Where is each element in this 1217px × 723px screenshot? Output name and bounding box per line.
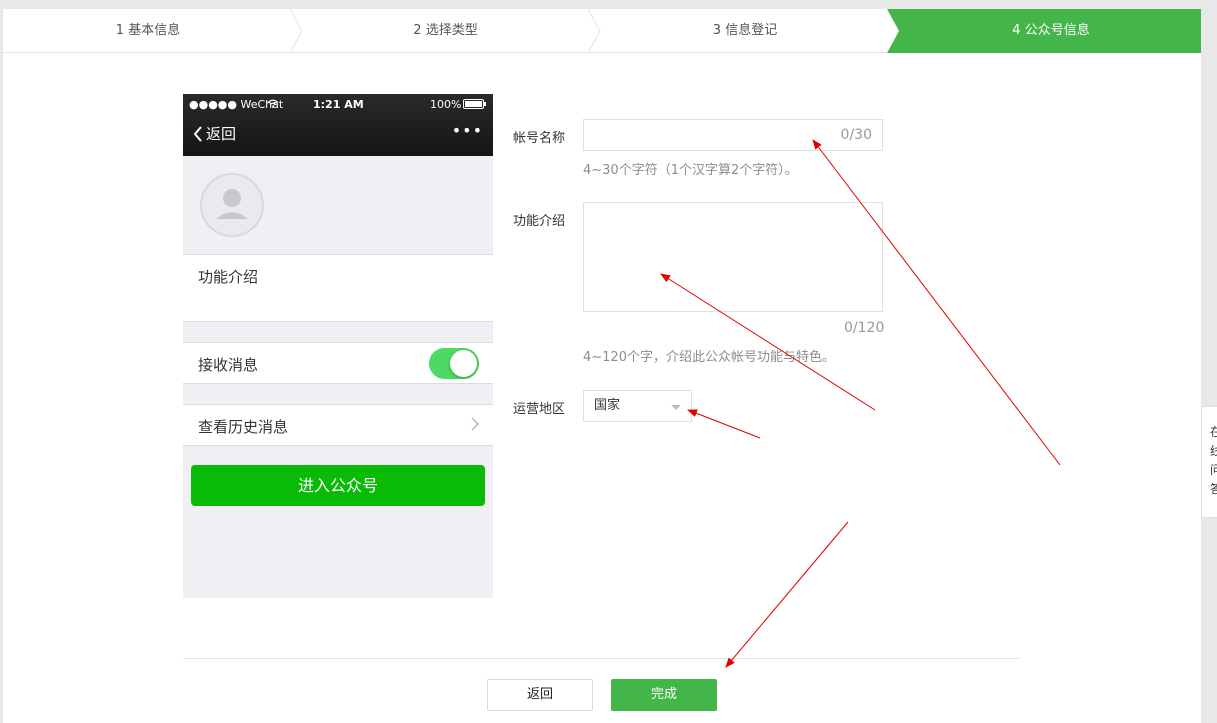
back-button[interactable]: 返回 — [487, 679, 593, 711]
side-tip-char: 答 — [1202, 480, 1217, 499]
profile-header — [183, 156, 493, 254]
phone-intro-cell: 功能介绍 — [183, 254, 493, 322]
step-registration: 3 信息登记 — [712, 23, 778, 38]
phone-back-label: 返回 — [206, 125, 237, 143]
step-account-info: 4 公众号信息 — [1012, 23, 1090, 38]
receive-messages-toggle — [429, 348, 479, 379]
toggle-knob — [450, 350, 477, 377]
region-value: 国家 — [594, 398, 621, 413]
side-tip-char: 线 — [1202, 442, 1217, 461]
phone-header: ●●●●● WeChat 1:21 AM 100% 返回 ••• — [183, 94, 493, 156]
more-icon: ••• — [451, 121, 483, 140]
registration-page: 1 基本信息 2 选择类型 3 信息登记 4 公众号信息 ●●●●● WeCha… — [3, 9, 1201, 723]
enter-account-button: 进入公众号 — [191, 465, 485, 506]
side-tip-char: 问 — [1202, 461, 1217, 480]
footer-divider — [183, 658, 1020, 659]
online-qa-tab[interactable]: 在 线 问 答 — [1201, 406, 1217, 518]
intro-hint: 4~120个字，介绍此公众帐号功能与特色。 — [583, 350, 835, 365]
step-basic-info: 1 基本信息 — [115, 23, 181, 38]
chevron-right-icon — [471, 417, 479, 431]
account-name-label: 帐号名称 — [513, 131, 566, 146]
account-name-input[interactable]: 0/30 — [583, 119, 883, 151]
step-select-type: 2 选择类型 — [413, 23, 478, 38]
intro-counter: 0/120 — [844, 320, 885, 336]
user-silhouette-icon — [216, 189, 248, 219]
account-name-hint: 4~30个字符（1个汉字算2个字符）。 — [583, 163, 798, 178]
intro-label: 功能介绍 — [513, 214, 566, 229]
phone-receive-label: 接收消息 — [198, 356, 259, 374]
step-progress-bar: 1 基本信息 2 选择类型 3 信息登记 4 公众号信息 — [3, 9, 1201, 53]
region-select[interactable]: 国家 — [583, 390, 692, 422]
status-time: 1:21 AM — [313, 98, 364, 111]
phone-history-cell: 查看历史消息 — [183, 404, 493, 446]
avatar — [200, 173, 264, 237]
caret-down-icon — [671, 405, 681, 410]
done-button[interactable]: 完成 — [611, 679, 717, 711]
battery-percent: 100% — [430, 98, 462, 111]
phone-back-button: 返回 — [193, 123, 236, 144]
account-name-counter: 0/30 — [840, 127, 872, 143]
wifi-icon — [267, 99, 279, 108]
region-label: 运营地区 — [513, 402, 566, 417]
phone-preview: ●●●●● WeChat 1:21 AM 100% 返回 ••• 功能介绍 接收… — [183, 94, 493, 598]
intro-textarea[interactable] — [583, 202, 883, 312]
phone-receive-cell: 接收消息 — [183, 342, 493, 384]
chevron-left-icon — [193, 125, 202, 142]
phone-history-label: 查看历史消息 — [198, 418, 289, 436]
phone-intro-label: 功能介绍 — [198, 268, 259, 286]
battery-icon — [463, 99, 486, 109]
side-tip-char: 在 — [1202, 423, 1217, 442]
